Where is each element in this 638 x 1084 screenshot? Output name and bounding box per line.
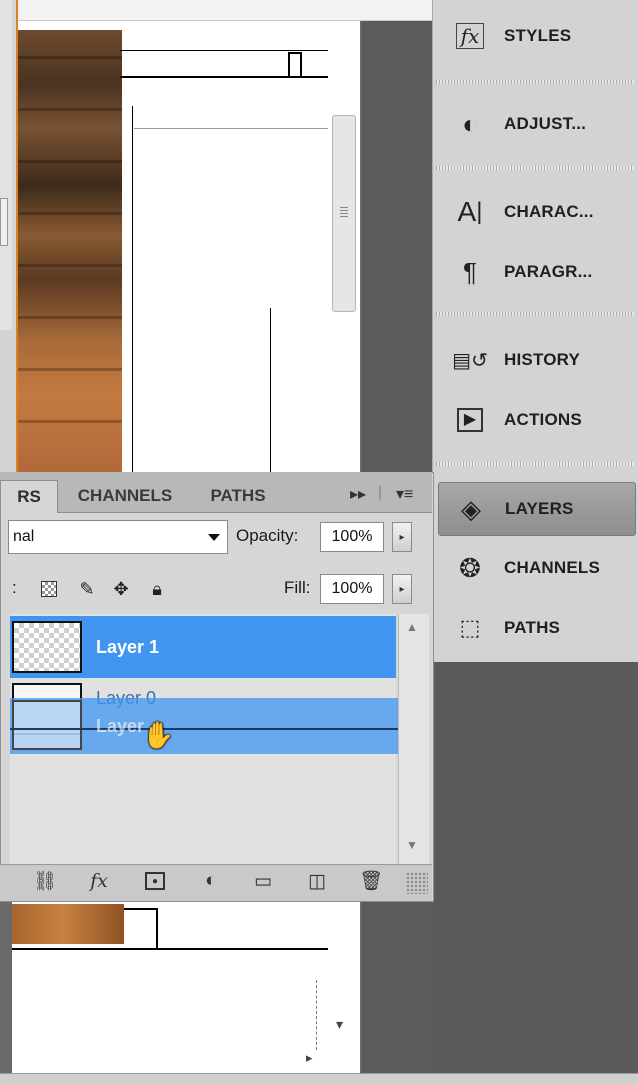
scroll-up-arrow-icon[interactable]: ▲ — [406, 620, 418, 634]
character-icon: A | — [457, 196, 483, 227]
add-mask-icon[interactable]: ● — [138, 866, 172, 896]
fill-value: 100% — [331, 580, 373, 597]
channels-icon: ❂ — [459, 552, 481, 583]
text-cursor-box — [288, 52, 302, 78]
blend-mode-value: nal — [13, 528, 35, 545]
tab-paths[interactable]: PATHS — [194, 480, 282, 512]
guide-line — [134, 128, 328, 129]
layer-row-layer-1[interactable]: Layer 1 — [10, 616, 396, 678]
tab-label: RS — [17, 487, 41, 506]
history-icon: ▤↺ — [452, 349, 488, 372]
scroll-down-arrow-icon[interactable]: ▼ — [406, 838, 418, 852]
layer-name[interactable]: Layer 1 — [96, 637, 159, 658]
guide-line — [132, 106, 133, 476]
resize-grip-icon[interactable] — [406, 872, 428, 894]
collapse-panel-icon[interactable]: ▸▸ — [350, 484, 366, 504]
chevron-down-icon[interactable] — [208, 534, 220, 541]
dock-item-label: PARAGR... — [504, 262, 593, 281]
tab-label: CHANNELS — [77, 486, 173, 505]
lock-image-pixels-icon[interactable]: ✎ — [76, 578, 98, 600]
status-bar — [0, 1073, 638, 1084]
fill-input[interactable]: 100% — [320, 574, 384, 604]
lock-label: : — [12, 578, 17, 597]
tab-label: PATHS — [210, 486, 266, 505]
opacity-label: Opacity: — [236, 526, 299, 545]
dock-item-label: HISTORY — [504, 350, 581, 369]
actions-icon: ▶ — [450, 400, 490, 440]
guide-line — [124, 908, 158, 910]
left-panel-slider[interactable] — [0, 198, 8, 246]
blend-mode-select[interactable]: nal — [8, 520, 228, 554]
scroll-down-arrow-icon[interactable]: ▾ — [336, 1016, 343, 1033]
dock-item-layers[interactable]: ◈ LAYERS — [438, 482, 636, 536]
dock-item-label: PATHS — [504, 618, 561, 637]
panel-menu-icon[interactable]: ▾≡ — [396, 484, 413, 504]
new-layer-icon[interactable]: ◫ — [300, 866, 334, 896]
dock-item-label: STYLES — [504, 26, 572, 45]
layer-thumbnail — [12, 621, 82, 673]
new-group-folder-icon[interactable]: ▭ — [246, 866, 280, 896]
dock-item-channels[interactable]: ❂ CHANNELS — [438, 542, 634, 594]
layer-list-scrollbar[interactable] — [398, 614, 429, 864]
dock-item-actions[interactable]: ▶ ACTIONS — [438, 394, 634, 446]
opacity-input[interactable]: 100% — [320, 522, 384, 552]
dock-empty-area — [432, 662, 638, 1083]
dock-item-label: LAYERS — [505, 499, 574, 518]
fx-styles-icon: fx — [450, 16, 490, 56]
dock-item-adjustments[interactable]: ◐ ADJUST... — [438, 98, 634, 150]
dock-item-paths[interactable]: ⬚ PATHS — [438, 602, 634, 654]
dock-item-label: CHANNELS — [504, 558, 601, 577]
grab-hand-cursor-icon: ✋ — [142, 720, 175, 750]
lock-all-icon[interactable]: 🔒︎ — [146, 578, 168, 600]
scroll-right-arrow-icon[interactable]: ▸ — [306, 1050, 313, 1066]
adjustments-icon: ◐ — [462, 108, 478, 139]
opacity-value: 100% — [331, 528, 373, 545]
tab-layers[interactable]: RS — [0, 480, 58, 513]
guide-line — [270, 308, 271, 476]
ghost-thumbnail — [12, 700, 82, 750]
trash-icon[interactable]: 🗑︎ — [354, 866, 388, 896]
dock-separator[interactable] — [436, 462, 634, 466]
guide-line — [120, 50, 328, 51]
guide-line — [156, 908, 158, 950]
dock-item-label: ADJUST... — [504, 114, 587, 133]
dock-item-history[interactable]: ▤↺ HISTORY — [438, 334, 634, 386]
fx-add-style-icon[interactable]: fx — [82, 866, 116, 896]
ghost-layer-name: Layer — [96, 716, 145, 736]
paragraph-icon: ¶ — [463, 256, 477, 287]
dock-separator[interactable] — [436, 166, 634, 170]
link-layers-icon[interactable]: ⛓ — [28, 866, 62, 896]
dock-item-character[interactable]: A | CHARAC... — [438, 186, 634, 238]
left-panel-strip — [0, 0, 12, 330]
guide-line — [316, 980, 318, 1050]
divider: | — [378, 484, 383, 501]
opacity-slider-button[interactable]: ▸ — [392, 522, 412, 552]
layers-icon: ◈ — [461, 493, 481, 524]
wood-image-bottom — [12, 904, 124, 944]
scrollbar-grip-icon — [340, 205, 348, 217]
dock-item-label: ACTIONS — [504, 410, 582, 429]
dock-separator[interactable] — [436, 80, 634, 84]
paths-icon: ⬚ — [459, 615, 481, 640]
dock-item-styles[interactable]: fx STYLES — [438, 10, 634, 62]
dock-separator[interactable] — [436, 312, 634, 316]
adjustment-layer-icon[interactable]: ◐ — [194, 866, 228, 896]
dock-item-label: CHARAC... — [504, 202, 594, 221]
dock-item-paragraph[interactable]: ¶ PARAGR... — [438, 246, 634, 298]
lock-position-icon[interactable]: ✥ — [110, 578, 132, 600]
guide-line — [12, 948, 328, 950]
fill-label: Fill: — [284, 578, 311, 597]
document-top-strip — [12, 0, 432, 21]
fill-slider-button[interactable]: ▸ — [392, 574, 412, 604]
wood-image — [16, 30, 122, 475]
tab-channels[interactable]: CHANNELS — [60, 480, 190, 512]
lock-transparency-icon[interactable] — [38, 578, 60, 600]
drop-indicator-line — [10, 728, 398, 730]
